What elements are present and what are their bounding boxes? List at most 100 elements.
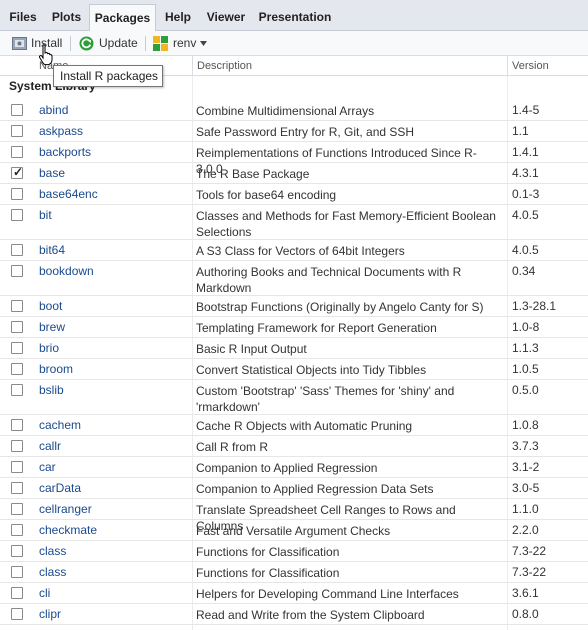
column-divider	[192, 56, 193, 76]
toolbar-divider	[70, 36, 71, 51]
package-description: Functions for Classification	[196, 566, 340, 580]
package-name-link[interactable]: class	[39, 565, 66, 579]
load-package-checkbox[interactable]	[11, 209, 23, 221]
load-package-checkbox[interactable]	[11, 587, 23, 599]
load-package-checkbox[interactable]: ✓	[11, 165, 23, 179]
chevron-down-icon	[200, 41, 207, 46]
package-version: 1.1.3	[512, 341, 539, 355]
package-description: Safe Password Entry for R, Git, and SSH	[196, 125, 415, 139]
package-name-link[interactable]: class	[39, 544, 66, 558]
package-name-link[interactable]: cellranger	[39, 502, 92, 516]
package-description: Companion to Applied Regression	[196, 461, 378, 475]
package-name-link[interactable]: askpass	[39, 124, 83, 138]
package-name-link[interactable]: bslib	[39, 383, 64, 397]
load-package-checkbox[interactable]	[11, 363, 23, 375]
load-package-checkbox[interactable]	[11, 342, 23, 354]
package-name-link[interactable]: boot	[39, 299, 62, 313]
package-version: 3.7.3	[512, 439, 539, 453]
package-name-link[interactable]: carData	[39, 481, 81, 495]
load-package-checkbox[interactable]	[11, 321, 23, 333]
package-description: Convert Statistical Objects into Tidy Ti…	[196, 363, 427, 377]
package-row: class Functions for Classification 7.3-2…	[0, 562, 588, 583]
package-version: 1.3-28.1	[512, 299, 557, 313]
column-divider	[507, 56, 508, 76]
load-package-checkbox[interactable]	[11, 244, 23, 256]
package-name-link[interactable]: checkmate	[39, 523, 97, 537]
package-name-link[interactable]: base	[39, 166, 65, 180]
load-package-checkbox[interactable]	[11, 188, 23, 200]
package-name-link[interactable]: bit64	[39, 243, 65, 257]
package-description: Bootstrap Functions (Originally by Angel…	[196, 300, 484, 314]
package-name-link[interactable]: brew	[39, 320, 65, 334]
package-row: broom Convert Statistical Objects into T…	[0, 359, 588, 380]
load-package-checkbox[interactable]	[11, 265, 23, 277]
load-package-checkbox[interactable]	[11, 146, 23, 158]
package-version: 7.3-22	[512, 544, 547, 558]
column-header-version[interactable]: Version	[512, 56, 549, 76]
package-version: 1.4-5	[512, 103, 540, 117]
load-package-checkbox[interactable]	[11, 608, 23, 620]
package-name-link[interactable]: clipr	[39, 607, 61, 621]
package-row: backports Reimplementations of Functions…	[0, 142, 588, 176]
load-package-checkbox[interactable]	[11, 125, 23, 137]
package-name-link[interactable]: bit	[39, 208, 52, 222]
load-package-checkbox[interactable]	[11, 503, 23, 515]
update-button[interactable]: Update	[78, 34, 140, 53]
package-name-link[interactable]: car	[39, 460, 56, 474]
package-version: 0.5.0	[512, 383, 539, 397]
package-description: Cache R Objects with Automatic Pruning	[196, 419, 413, 433]
package-name-link[interactable]: cachem	[39, 418, 81, 432]
hand-pointer-cursor-icon	[38, 44, 53, 66]
tab-presentation[interactable]: Presentation	[254, 4, 336, 31]
load-package-checkbox[interactable]	[11, 300, 23, 312]
load-package-checkbox[interactable]	[11, 482, 23, 494]
package-name-link[interactable]: callr	[39, 439, 61, 453]
package-version: 4.3.1	[512, 166, 539, 180]
tab-packages[interactable]: Packages	[89, 4, 156, 32]
package-row: ✓ base The R Base Package 4.3.1	[0, 163, 588, 184]
package-row: bslib Custom 'Bootstrap' 'Sass' Themes f…	[0, 380, 588, 415]
package-version: 0.1-3	[512, 187, 540, 201]
package-version: 0.8.0	[512, 607, 539, 621]
package-description: Call R from R	[196, 440, 269, 454]
package-row: cachem Cache R Objects with Automatic Pr…	[0, 415, 588, 436]
package-name-link[interactable]: base64enc	[39, 187, 98, 201]
package-version: 2.2.0	[512, 523, 539, 537]
package-row: cli Helpers for Developing Command Line …	[0, 583, 588, 604]
tab-plots[interactable]: Plots	[44, 4, 89, 31]
package-version: 3.0-5	[512, 481, 540, 495]
package-row: car Companion to Applied Regression 3.1-…	[0, 457, 588, 478]
package-row: base64enc Tools for base64 encoding 0.1-…	[0, 184, 588, 205]
load-package-checkbox[interactable]	[11, 419, 23, 431]
package-name-link[interactable]: broom	[39, 362, 73, 376]
package-name-link[interactable]: backports	[39, 145, 91, 159]
package-description: Fast and Versatile Argument Checks	[196, 524, 391, 538]
load-package-checkbox[interactable]	[11, 461, 23, 473]
package-name-link[interactable]: bookdown	[39, 264, 94, 278]
package-description: Basic R Input Output	[196, 342, 307, 356]
package-name-link[interactable]: brio	[39, 341, 59, 355]
load-package-checkbox[interactable]	[11, 104, 23, 116]
tab-viewer[interactable]: Viewer	[200, 4, 252, 31]
load-package-checkbox[interactable]	[11, 440, 23, 452]
package-description: Helpers for Developing Command Line Inte…	[196, 587, 459, 601]
package-description: Authoring Books and Technical Documents …	[196, 265, 462, 295]
renv-menu-button[interactable]: renv	[152, 34, 210, 53]
load-package-checkbox[interactable]	[11, 524, 23, 536]
tab-files[interactable]: Files	[4, 4, 42, 31]
package-name-link[interactable]: cli	[39, 586, 50, 600]
package-version: 1.0.5	[512, 362, 539, 376]
package-version: 7.3-22	[512, 565, 547, 579]
package-version: 1.1.0	[512, 502, 539, 516]
package-version: 1.0.8	[512, 418, 539, 432]
package-description: Classes and Methods for Fast Memory-Effi…	[196, 209, 496, 239]
load-package-checkbox[interactable]	[11, 545, 23, 557]
package-name-link[interactable]: abind	[39, 103, 68, 117]
load-package-checkbox[interactable]	[11, 384, 23, 396]
load-package-checkbox[interactable]	[11, 566, 23, 578]
package-version: 0.34	[512, 264, 536, 278]
column-header-description[interactable]: Description	[197, 56, 252, 76]
package-description: Combine Multidimensional Arrays	[196, 104, 375, 118]
tab-help[interactable]: Help	[158, 4, 198, 31]
package-description: Tools for base64 encoding	[196, 188, 337, 202]
